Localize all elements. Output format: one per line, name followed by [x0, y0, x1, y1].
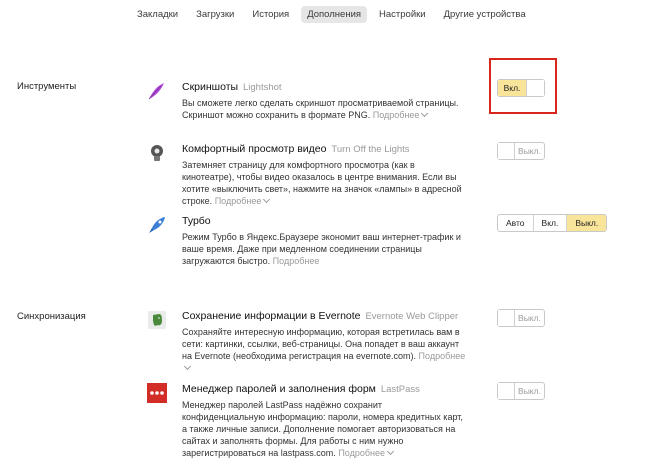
highlight-frame	[489, 58, 557, 114]
more-link[interactable]: Подробнее	[373, 109, 429, 120]
toggle-evernote[interactable]: Выкл.	[497, 309, 545, 327]
extension-title: Менеджер паролей и заполнения форм	[182, 383, 376, 395]
extension-subtitle: Turn Off the Lights	[331, 144, 410, 155]
tab-downloads[interactable]: Загрузки	[190, 6, 240, 23]
turbo-option-off[interactable]: Выкл.	[567, 215, 607, 231]
toggle-label: Выкл.	[518, 386, 541, 396]
evernote-elephant-icon	[147, 310, 167, 330]
tab-settings[interactable]: Настройки	[373, 6, 432, 23]
toggle-lastpass[interactable]: Выкл.	[497, 382, 545, 400]
turbo-option-auto[interactable]: Авто	[498, 215, 534, 231]
extension-item-lastpass: Менеджер паролей и заполнения форм LastP…	[147, 383, 477, 458]
extension-item-video: Комфортный просмотр видео Turn Off the L…	[147, 143, 477, 206]
tab-other-devices[interactable]: Другие устройства	[438, 6, 532, 23]
toggle-knob	[498, 383, 515, 399]
rocket-icon	[147, 215, 167, 235]
lastpass-dots-icon	[147, 383, 167, 403]
more-link[interactable]: Подробнее	[273, 256, 320, 266]
extension-item-evernote: Сохранение информации в Evernote Evernot…	[147, 310, 477, 371]
extension-title: Турбо	[182, 215, 211, 227]
extension-title: Сохранение информации в Evernote	[182, 310, 361, 322]
more-link[interactable]: Подробнее	[215, 195, 271, 206]
chevron-down-icon	[421, 109, 429, 118]
chevron-down-icon	[183, 362, 192, 371]
turbo-mode-switch: Авто Вкл. Выкл.	[497, 214, 608, 232]
extension-subtitle: LastPass	[380, 384, 420, 395]
extension-title: Скриншоты	[182, 81, 239, 93]
more-link[interactable]: Подробнее	[338, 447, 395, 458]
toggle-label: Выкл.	[518, 313, 541, 323]
feather-icon	[147, 81, 167, 101]
extension-item-screenshots: Скриншоты Lightshot Вы сможете легко сде…	[147, 81, 477, 121]
tab-extensions[interactable]: Дополнения	[301, 6, 368, 23]
extension-item-turbo: Турбо Режим Турбо в Яндекс.Браузере экон…	[147, 215, 477, 266]
toggle-knob	[498, 310, 515, 326]
extension-subtitle: Evernote Web Clipper	[365, 311, 459, 322]
toggle-label: Выкл.	[518, 146, 541, 156]
settings-tabs: Закладки Загрузки История Дополнения Нас…	[131, 6, 532, 23]
turbo-option-on[interactable]: Вкл.	[534, 215, 568, 231]
tab-bookmarks[interactable]: Закладки	[131, 6, 184, 23]
toggle-knob	[498, 143, 515, 159]
toggle-video[interactable]: Выкл.	[497, 142, 545, 160]
extension-subtitle: Lightshot	[243, 82, 282, 93]
tab-history[interactable]: История	[246, 6, 295, 23]
extension-description: Менеджер паролей LastPass надёжно сохран…	[182, 400, 463, 458]
lamp-icon	[147, 143, 167, 163]
extension-title: Комфортный просмотр видео	[182, 143, 327, 155]
extension-description: Режим Турбо в Яндекс.Браузере экономит в…	[182, 232, 461, 266]
section-tools-label: Инструменты	[17, 81, 77, 92]
section-sync-label: Синхронизация	[17, 311, 86, 322]
chevron-down-icon	[263, 195, 271, 204]
